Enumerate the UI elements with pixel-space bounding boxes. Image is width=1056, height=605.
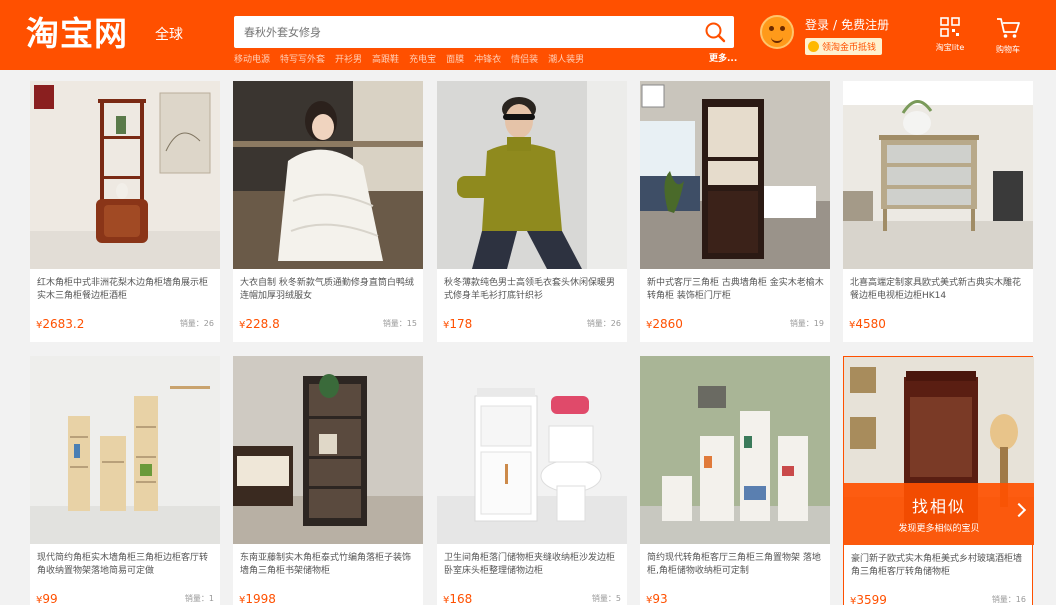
cart-icon	[997, 18, 1020, 38]
product-title[interactable]: 现代简约角柜实木墙角柜三角柜边柜客厅转角收纳置物架落地简易可定做	[37, 552, 215, 578]
search-icon[interactable]	[704, 21, 726, 43]
product-sales: 销量：26	[586, 319, 621, 328]
hot-word[interactable]: 冲锋衣	[474, 52, 501, 65]
product-price-value: 99	[42, 592, 58, 605]
register-link[interactable]: 免费注册	[841, 18, 889, 32]
product-image[interactable]	[30, 81, 220, 269]
product-price-value: 2860	[652, 317, 683, 331]
hot-word[interactable]: 情侣装	[511, 52, 538, 65]
login-area: 登录 / 免费注册	[805, 16, 889, 33]
product-price-value: 228.8	[245, 317, 280, 331]
top-header: 淘宝网 全球 移动电源 特写写外套 开衫男 高跟鞋 充电宝 面膜 冲锋衣 情侣装…	[0, 0, 1056, 70]
product-image[interactable]	[233, 356, 423, 544]
product-image[interactable]	[843, 81, 1033, 269]
product-card[interactable]: 新中式客厅三角柜 古典墙角柜 金实木老榆木转角柜 装饰柜门厅柜 ¥2860 销量…	[640, 81, 830, 342]
product-image[interactable]	[30, 356, 220, 544]
product-image[interactable]	[233, 81, 423, 269]
product-title[interactable]: 秋冬薄款纯色男士高领毛衣套头休闲保暖男式修身羊毛衫打底针织衫	[444, 277, 622, 303]
product-price: ¥4580	[849, 317, 886, 331]
product-sales: 销量：5	[591, 594, 621, 603]
product-price: ¥178	[443, 317, 472, 331]
product-sales: 销量：1	[184, 594, 214, 603]
product-price: ¥2860	[646, 317, 683, 331]
product-card[interactable]: 红木角柜中式非洲花梨木边角柜墙角展示柜实木三角柜餐边柜酒柜 ¥2683.2 销量…	[30, 81, 220, 342]
hot-word[interactable]: 特写写外套	[280, 52, 325, 65]
product-image[interactable]	[437, 81, 627, 269]
product-price-value: 178	[449, 317, 473, 331]
product-price-value: 93	[652, 592, 668, 605]
search-box	[234, 16, 734, 48]
product-title[interactable]: 豪门新子欧式实木角柜美式乡村玻璃酒柜墙角三角柜客厅转角储物柜	[851, 553, 1029, 579]
product-price-value: 3599	[856, 593, 887, 605]
product-image[interactable]	[640, 356, 830, 544]
user-avatar[interactable]	[760, 15, 794, 49]
product-title[interactable]: 大衣自制 秋冬新款气质通勤修身直筒白鸭绒连帽加厚羽绒服女	[240, 277, 418, 303]
product-price-value: 168	[449, 592, 473, 605]
logo-sub-label[interactable]: 全球	[155, 24, 183, 44]
hot-word[interactable]: 开衫男	[335, 52, 362, 65]
product-sales: 销量：15	[382, 319, 417, 328]
product-card[interactable]: 卫生间角柜落门储物柜夹缝收纳柜沙发边柜卧室床头柜整理储物边柜 ¥168 销量：5	[437, 356, 627, 605]
hot-word[interactable]: 潮人装男	[548, 52, 584, 65]
product-card[interactable]: 现代简约角柜实木墙角柜三角柜边柜客厅转角收纳置物架落地简易可定做 ¥99 销量：…	[30, 356, 220, 605]
coin-icon	[808, 41, 819, 52]
product-card[interactable]: 简约现代转角柜客厅三角柜三角置物架 落地柜,角柜储物收纳柜可定制 ¥93	[640, 356, 830, 605]
product-sales: 销量：26	[179, 319, 214, 328]
login-separator: /	[833, 18, 838, 32]
product-card[interactable]: 秋冬薄款纯色男士高领毛衣套头休闲保暖男式修身羊毛衫打底针织衫 ¥178 销量：2…	[437, 81, 627, 342]
product-card[interactable]: 找相似 发现更多相似的宝贝 豪门新子欧式实木角柜美式乡村玻璃酒柜墙角三角柜客厅转…	[843, 356, 1034, 605]
product-price: ¥99	[36, 592, 58, 605]
hot-word[interactable]: 高跟鞋	[372, 52, 399, 65]
product-card[interactable]: 东南亚藤制实木角柜泰式竹编角落柜子装饰墙角三角柜书架储物柜 ¥1998	[233, 356, 423, 605]
more-hot-words-link[interactable]: 更多...	[709, 51, 737, 64]
product-title[interactable]: 东南亚藤制实木角柜泰式竹编角落柜子装饰墙角三角柜书架储物柜	[240, 552, 418, 578]
coin-button-label: 领淘金币抵钱	[822, 43, 877, 53]
product-image[interactable]	[437, 356, 627, 544]
product-card[interactable]: 大衣自制 秋冬新款气质通勤修身直筒白鸭绒连帽加厚羽绒服女 ¥228.8 销量：1…	[233, 81, 423, 342]
product-sales: 销量：19	[789, 319, 824, 328]
login-link[interactable]: 登录	[805, 18, 829, 32]
qr-code-icon	[940, 17, 960, 37]
product-sales: 销量：16	[991, 595, 1026, 604]
product-price: ¥2683.2	[36, 317, 84, 331]
product-title[interactable]: 卫生间角柜落门储物柜夹缝收纳柜沙发边柜卧室床头柜整理储物边柜	[444, 552, 622, 578]
product-price: ¥3599	[850, 593, 887, 605]
product-title[interactable]: 新中式客厅三角柜 古典墙角柜 金实木老榆木转角柜 装饰柜门厅柜	[647, 277, 825, 303]
search-input[interactable]	[244, 16, 684, 48]
product-price: ¥228.8	[239, 317, 280, 331]
cart-label: 购物车	[996, 45, 1020, 54]
product-title[interactable]: 简约现代转角柜客厅三角柜三角置物架 落地柜,角柜储物收纳柜可定制	[647, 552, 825, 578]
cart-button[interactable]: 购物车	[986, 16, 1030, 55]
coin-button[interactable]: 领淘金币抵钱	[805, 38, 883, 55]
product-price-value: 4580	[855, 317, 886, 331]
hot-word[interactable]: 面膜	[446, 52, 464, 65]
product-price: ¥168	[443, 592, 472, 605]
product-image[interactable]	[640, 81, 830, 269]
find-similar-title: 找相似	[911, 497, 966, 516]
product-price-value: 1998	[245, 592, 276, 605]
taobao-lite-button[interactable]: 淘宝lite	[928, 16, 972, 53]
find-similar-subtitle: 发现更多相似的宝贝	[898, 524, 980, 534]
hot-word[interactable]: 移动电源	[234, 52, 270, 65]
product-price: ¥1998	[239, 592, 276, 605]
product-card[interactable]: 北喜高端定制家具欧式美式新古典实木雕花餐边柜电视柜边柜HK14 ¥4580	[843, 81, 1033, 342]
product-price-value: 2683.2	[42, 317, 85, 331]
taobao-lite-label: 淘宝lite	[935, 43, 965, 52]
hot-word[interactable]: 充电宝	[409, 52, 436, 65]
find-similar-overlay[interactable]: 找相似 发现更多相似的宝贝	[844, 483, 1034, 545]
taobao-logo[interactable]: 淘宝网	[26, 14, 128, 54]
hot-search-words: 移动电源 特写写外套 开衫男 高跟鞋 充电宝 面膜 冲锋衣 情侣装 潮人装男	[234, 52, 584, 65]
product-image[interactable]: 找相似 发现更多相似的宝贝	[844, 357, 1034, 545]
product-title[interactable]: 红木角柜中式非洲花梨木边角柜墙角展示柜实木三角柜餐边柜酒柜	[37, 277, 215, 303]
product-title[interactable]: 北喜高端定制家具欧式美式新古典实木雕花餐边柜电视柜边柜HK14	[850, 277, 1028, 303]
product-price: ¥93	[646, 592, 668, 605]
